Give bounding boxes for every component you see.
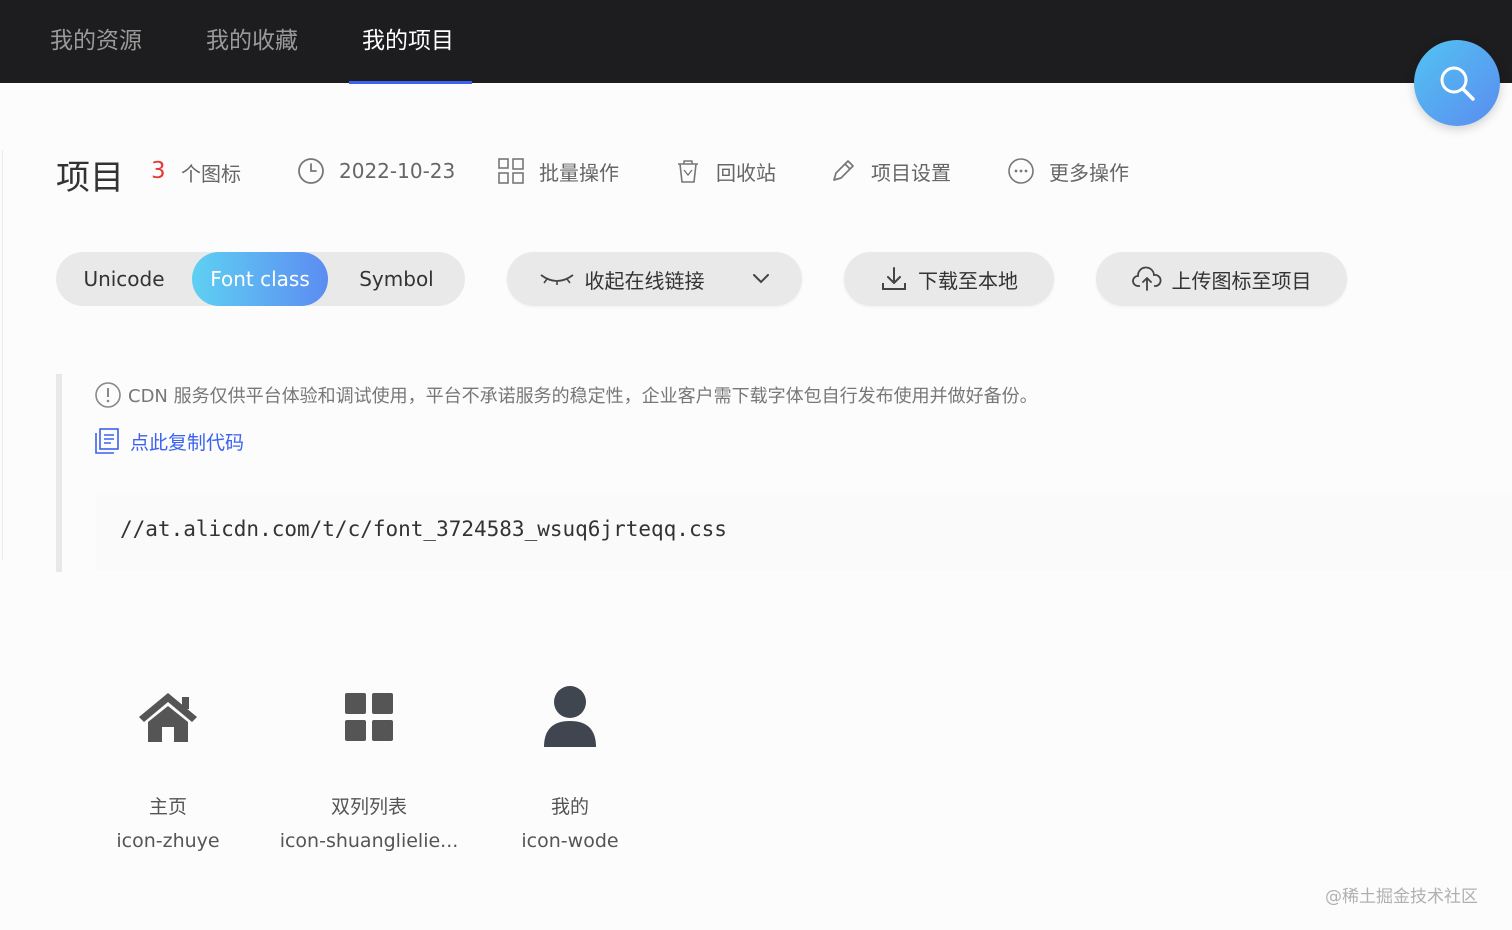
top-nav: 我的资源 我的收藏 我的项目 (0, 0, 1512, 84)
icon-name: 我的 (550, 796, 589, 818)
upload-label: 上传图标至项目 (1171, 268, 1312, 293)
more-actions-button[interactable]: 更多操作 (1007, 156, 1129, 186)
tab-my-projects[interactable]: 我的项目 (362, 0, 454, 83)
icon-card-wode[interactable]: 我的 icon-wode (480, 672, 660, 872)
tab-my-resources[interactable]: 我的资源 (50, 0, 142, 83)
icon-class: icon-wode (521, 830, 619, 852)
collapse-online-link-label: 收起在线链接 (584, 268, 705, 293)
user-icon (544, 686, 596, 747)
active-tab-indicator (349, 81, 472, 84)
download-label: 下载至本地 (918, 268, 1018, 293)
cdn-notice: CDN 服务仅供平台体验和调试使用，平台不承诺服务的稳定性，企业客户需下载字体包… (94, 380, 1038, 410)
cloud-upload-icon (1131, 266, 1161, 291)
download-icon (882, 267, 906, 290)
mode-font-class[interactable]: Font class (192, 252, 328, 306)
cdn-notice-text: CDN 服务仅供平台体验和调试使用，平台不承诺服务的稳定性，企业客户需下载字体包… (128, 386, 1038, 407)
home-icon (139, 693, 197, 742)
icon-class: icon-zhuye (116, 830, 220, 852)
grid-icon (345, 693, 393, 741)
eye-closed-icon (539, 274, 574, 285)
copy-code-link[interactable]: 点此复制代码 (94, 426, 244, 456)
icon-name: 主页 (148, 796, 187, 818)
search-icon (1440, 66, 1475, 101)
trash-button[interactable]: 回收站 (674, 156, 776, 186)
project-settings-button[interactable]: 项目设置 (829, 156, 951, 186)
info-icon (95, 382, 121, 408)
download-button[interactable]: 下载至本地 (844, 252, 1054, 306)
left-divider (2, 150, 3, 560)
search-button[interactable] (1414, 40, 1500, 126)
icon-card-shuanglieliebiao[interactable]: 双列列表 icon-shuanglielie... (279, 672, 459, 872)
batch-grid-icon (498, 158, 524, 184)
collapse-online-link-button[interactable]: 收起在线链接 (507, 252, 802, 306)
batch-operation-label: 批量操作 (539, 160, 619, 185)
icon-class: icon-shuanglielie... (279, 830, 459, 852)
font-mode-switch: Unicode Font class Symbol (56, 252, 465, 306)
batch-operation-button[interactable]: 批量操作 (497, 156, 619, 186)
page-title: 项目 (56, 158, 124, 198)
trash-icon (678, 160, 698, 183)
date-text: 2022-10-23 (339, 159, 456, 183)
trash-label: 回收站 (716, 160, 776, 185)
mode-symbol[interactable]: Symbol (328, 252, 465, 306)
watermark: @稀土掘金技术社区 (1325, 887, 1478, 907)
clock-icon (298, 158, 324, 184)
more-actions-label: 更多操作 (1049, 160, 1129, 185)
mode-unicode[interactable]: Unicode (56, 252, 192, 306)
icon-count-unit: 个图标 (181, 162, 241, 186)
project-settings-label: 项目设置 (871, 160, 951, 185)
copy-code-label: 点此复制代码 (130, 431, 245, 454)
icon-count: 3 (151, 158, 166, 184)
icon-card-zhuye[interactable]: 主页 icon-zhuye (78, 672, 258, 872)
cdn-url[interactable]: //at.alicdn.com/t/c/font_3724583_wsuq6jr… (120, 517, 727, 541)
upload-button[interactable]: 上传图标至项目 (1096, 252, 1347, 306)
pencil-icon (833, 160, 854, 181)
project-date: 2022-10-23 (297, 156, 455, 186)
more-dots-icon (1008, 158, 1034, 184)
icon-name: 双列列表 (330, 796, 407, 818)
copy-document-icon (95, 428, 119, 454)
tab-my-favorites[interactable]: 我的收藏 (206, 0, 298, 83)
chevron-down-icon (752, 274, 769, 284)
